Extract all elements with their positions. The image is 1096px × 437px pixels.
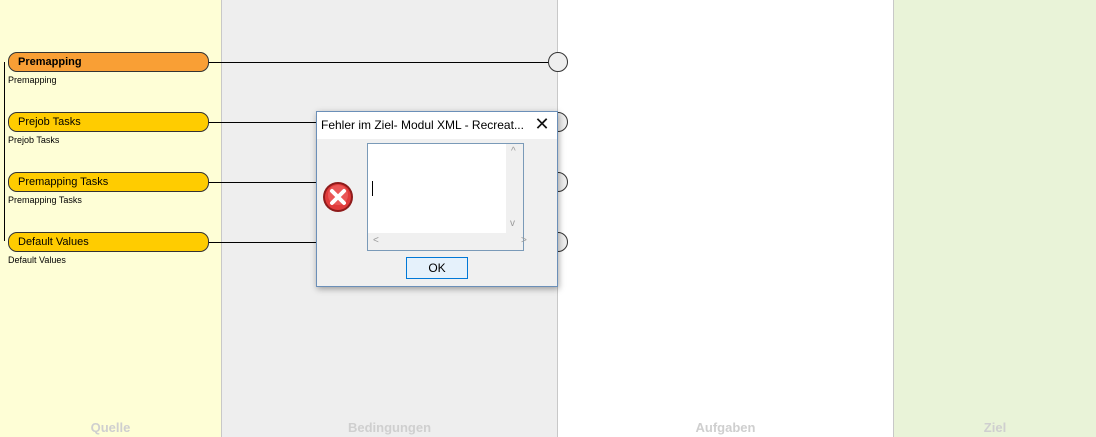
error-dialog: Fehler im Ziel- Modul XML - Recreat... ✕… <box>316 111 558 287</box>
text-caret <box>372 181 373 196</box>
scroll-up-icon[interactable]: ^ <box>511 146 516 157</box>
node-sublabel: Prejob Tasks <box>8 135 60 145</box>
connector-line <box>209 62 549 63</box>
lane-label-bedingungen: Bedingungen <box>347 420 432 435</box>
close-button[interactable]: ✕ <box>529 114 555 136</box>
scroll-down-icon[interactable]: v <box>510 218 515 229</box>
lane-label-aufgaben: Aufgaben <box>695 420 756 435</box>
node-default-values[interactable]: Default Values <box>8 232 209 252</box>
lane-label-quelle: Quelle <box>90 420 131 435</box>
tree-connector-line <box>4 62 5 241</box>
message-text[interactable]: ------------------------------ null ----… <box>372 146 528 230</box>
lane-label-ziel: Ziel <box>983 420 1007 435</box>
message-textbox[interactable]: ------------------------------ null ----… <box>367 143 527 251</box>
dialog-title: Fehler im Ziel- Modul XML - Recreat... <box>321 118 524 132</box>
scroll-right-icon[interactable]: > <box>521 235 527 246</box>
vertical-scrollbar[interactable]: ^ v <box>506 144 523 234</box>
node-prejob-tasks[interactable]: Prejob Tasks <box>8 112 209 132</box>
connector-line <box>209 182 317 183</box>
scroll-left-icon[interactable]: < <box>373 235 379 246</box>
lane-aufgaben: Aufgaben <box>558 0 894 437</box>
node-sublabel: Premapping Tasks <box>8 195 82 205</box>
connector-line <box>209 242 317 243</box>
horizontal-scrollbar[interactable]: < > <box>368 233 527 250</box>
node-premapping[interactable]: Premapping <box>8 52 209 72</box>
lane-ziel: Ziel <box>894 0 1096 437</box>
node-sublabel: Default Values <box>8 255 66 265</box>
error-icon <box>323 182 353 212</box>
dialog-titlebar[interactable]: Fehler im Ziel- Modul XML - Recreat... ✕ <box>317 112 557 139</box>
node-sublabel: Premapping <box>8 75 57 85</box>
node-premapping-tasks[interactable]: Premapping Tasks <box>8 172 209 192</box>
connector-endpoint[interactable] <box>548 52 568 72</box>
ok-button[interactable]: OK <box>406 257 468 279</box>
connector-line <box>209 122 317 123</box>
